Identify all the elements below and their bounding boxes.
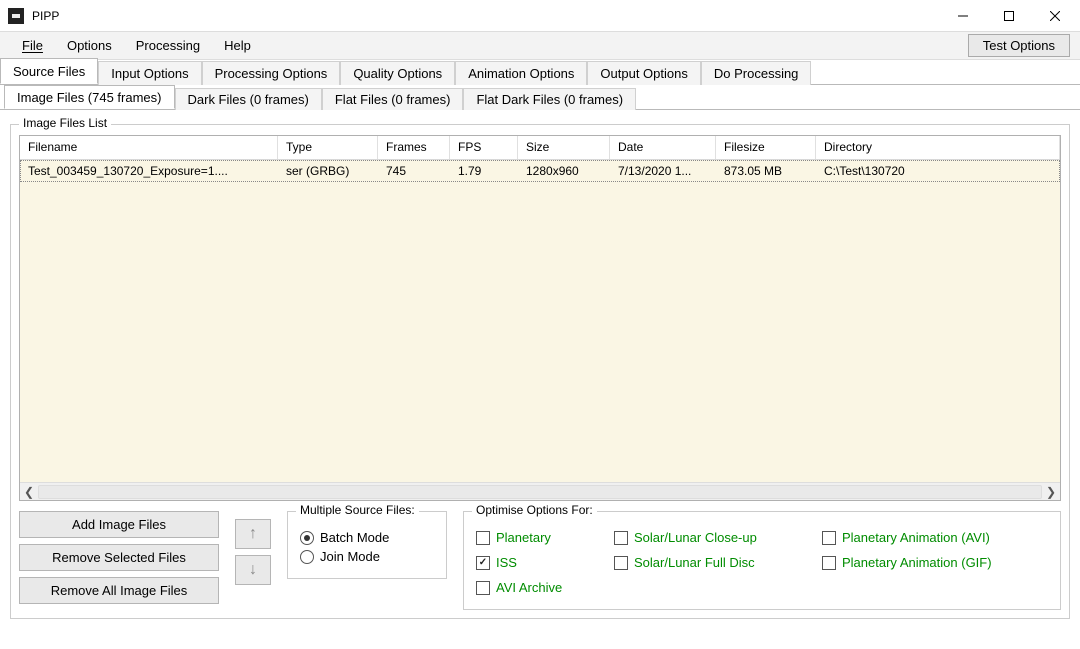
move-down-button[interactable]: ↓ <box>235 555 271 585</box>
tab-flat-files[interactable]: Flat Files (0 frames) <box>322 88 464 110</box>
app-icon <box>8 8 24 24</box>
tab-quality-options[interactable]: Quality Options <box>340 61 455 85</box>
radio-label: Batch Mode <box>320 530 389 545</box>
file-action-buttons: Add Image Files Remove Selected Files Re… <box>19 511 219 604</box>
col-directory[interactable]: Directory <box>816 136 1060 159</box>
close-button[interactable] <box>1032 1 1078 31</box>
add-image-files-button[interactable]: Add Image Files <box>19 511 219 538</box>
test-options-button[interactable]: Test Options <box>968 34 1070 57</box>
radio-join-mode[interactable]: Join Mode <box>300 549 434 564</box>
window-title: PIPP <box>32 8 59 23</box>
table-header: Filename Type Frames FPS Size Date Files… <box>20 136 1060 160</box>
checkbox-icon <box>822 556 836 570</box>
checkbox-icon <box>476 556 490 570</box>
arrow-down-icon: ↓ <box>249 561 257 579</box>
titlebar: PIPP <box>0 0 1080 32</box>
tab-dark-files[interactable]: Dark Files (0 frames) <box>175 88 322 110</box>
move-up-button[interactable]: ↑ <box>235 519 271 549</box>
check-label: AVI Archive <box>496 580 562 595</box>
check-planetary[interactable]: Planetary <box>476 530 606 545</box>
checkbox-icon <box>614 531 628 545</box>
check-label: ISS <box>496 555 517 570</box>
scroll-right-icon[interactable]: ❯ <box>1042 483 1060 501</box>
check-label: Solar/Lunar Close-up <box>634 530 757 545</box>
multiple-source-title: Multiple Source Files: <box>296 503 419 517</box>
cell-frames: 745 <box>378 161 450 181</box>
horizontal-scrollbar[interactable]: ❮ ❯ <box>20 482 1060 500</box>
radio-label: Join Mode <box>320 549 380 564</box>
tab-image-files[interactable]: Image Files (745 frames) <box>4 85 175 109</box>
tab-flat-dark-files[interactable]: Flat Dark Files (0 frames) <box>463 88 636 110</box>
check-label: Solar/Lunar Full Disc <box>634 555 755 570</box>
checkbox-icon <box>476 531 490 545</box>
menubar: File Options Processing Help Test Option… <box>0 32 1080 60</box>
col-type[interactable]: Type <box>278 136 378 159</box>
tab-animation-options[interactable]: Animation Options <box>455 61 587 85</box>
main-tabs: Source Files Input Options Processing Op… <box>0 60 1080 85</box>
cell-type: ser (GRBG) <box>278 161 378 181</box>
group-title: Image Files List <box>19 116 111 130</box>
check-solar-closeup[interactable]: Solar/Lunar Close-up <box>614 530 814 545</box>
optimise-options-group: Optimise Options For: Planetary Solar/Lu… <box>463 511 1061 610</box>
tab-output-options[interactable]: Output Options <box>587 61 700 85</box>
radio-icon <box>300 550 314 564</box>
menu-options[interactable]: Options <box>55 34 124 57</box>
col-size[interactable]: Size <box>518 136 610 159</box>
col-fps[interactable]: FPS <box>450 136 518 159</box>
table-body: Test_003459_130720_Exposure=1.... ser (G… <box>20 160 1060 482</box>
col-frames[interactable]: Frames <box>378 136 450 159</box>
col-filesize[interactable]: Filesize <box>716 136 816 159</box>
col-filename[interactable]: Filename <box>20 136 278 159</box>
check-iss[interactable]: ISS <box>476 555 606 570</box>
check-anim-gif[interactable]: Planetary Animation (GIF) <box>822 555 1042 570</box>
scroll-left-icon[interactable]: ❮ <box>20 483 38 501</box>
optimise-title: Optimise Options For: <box>472 503 597 517</box>
remove-all-button[interactable]: Remove All Image Files <box>19 577 219 604</box>
col-date[interactable]: Date <box>610 136 716 159</box>
file-type-tabs: Image Files (745 frames) Dark Files (0 f… <box>0 85 1080 110</box>
maximize-button[interactable] <box>986 1 1032 31</box>
checkbox-icon <box>822 531 836 545</box>
files-table[interactable]: Filename Type Frames FPS Size Date Files… <box>19 135 1061 501</box>
cell-filesize: 873.05 MB <box>716 161 816 181</box>
tab-do-processing[interactable]: Do Processing <box>701 61 812 85</box>
image-files-list-group: Image Files List Filename Type Frames FP… <box>10 124 1070 619</box>
cell-fps: 1.79 <box>450 161 518 181</box>
menu-processing[interactable]: Processing <box>124 34 212 57</box>
check-label: Planetary <box>496 530 551 545</box>
multiple-source-group: Multiple Source Files: Batch Mode Join M… <box>287 511 447 579</box>
check-avi-archive[interactable]: AVI Archive <box>476 580 606 595</box>
minimize-button[interactable] <box>940 1 986 31</box>
radio-icon <box>300 531 314 545</box>
remove-selected-button[interactable]: Remove Selected Files <box>19 544 219 571</box>
check-anim-avi[interactable]: Planetary Animation (AVI) <box>822 530 1042 545</box>
check-label: Planetary Animation (GIF) <box>842 555 992 570</box>
check-solar-full[interactable]: Solar/Lunar Full Disc <box>614 555 814 570</box>
tab-input-options[interactable]: Input Options <box>98 61 201 85</box>
cell-date: 7/13/2020 1... <box>610 161 716 181</box>
menu-file[interactable]: File <box>10 34 55 57</box>
checkbox-icon <box>614 556 628 570</box>
cell-directory: C:\Test\130720 <box>816 161 1060 181</box>
arrow-up-icon: ↑ <box>249 525 257 543</box>
menu-help[interactable]: Help <box>212 34 263 57</box>
checkbox-icon <box>476 581 490 595</box>
reorder-buttons: ↑ ↓ <box>235 519 271 585</box>
table-row[interactable]: Test_003459_130720_Exposure=1.... ser (G… <box>20 160 1060 182</box>
scroll-track[interactable] <box>38 485 1042 499</box>
check-label: Planetary Animation (AVI) <box>842 530 990 545</box>
radio-batch-mode[interactable]: Batch Mode <box>300 530 434 545</box>
tab-source-files[interactable]: Source Files <box>0 58 98 84</box>
cell-filename: Test_003459_130720_Exposure=1.... <box>20 161 278 181</box>
tab-processing-options[interactable]: Processing Options <box>202 61 341 85</box>
cell-size: 1280x960 <box>518 161 610 181</box>
